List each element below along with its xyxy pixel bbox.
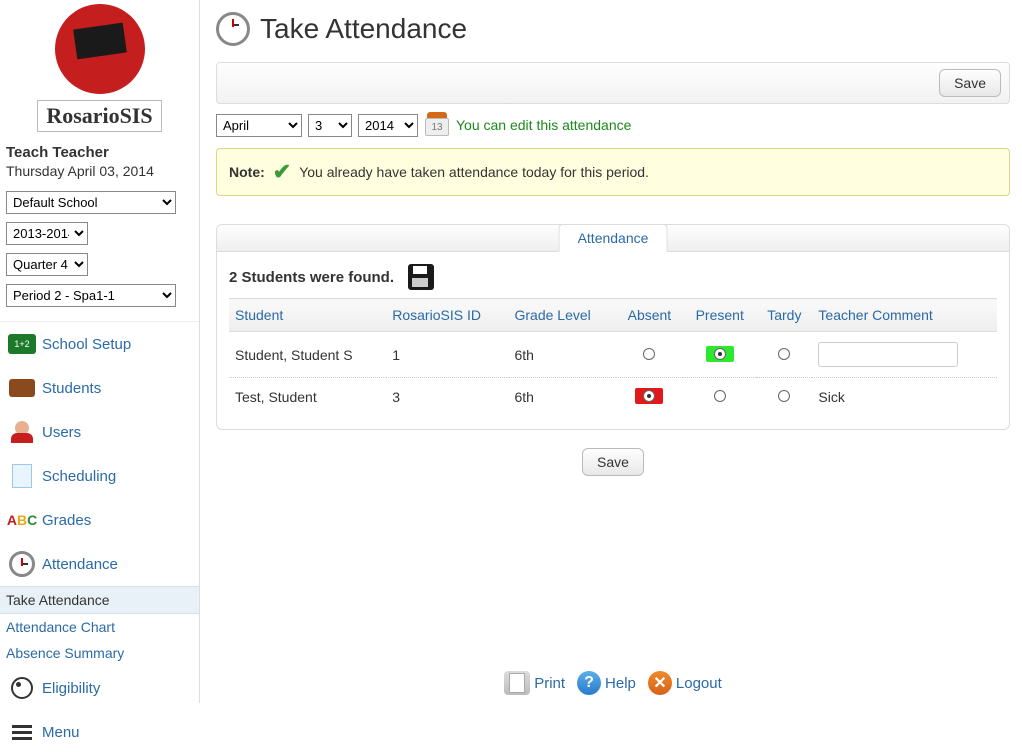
calendar-icon[interactable]: 13 xyxy=(424,112,450,138)
col-present[interactable]: Present xyxy=(683,299,756,332)
day-select[interactable]: 3 xyxy=(308,114,352,137)
nav-school-setup[interactable]: 1+2School Setup xyxy=(0,322,199,366)
col-student[interactable]: Student xyxy=(229,299,386,332)
year-select[interactable]: 2014 xyxy=(358,114,418,137)
radio-red[interactable] xyxy=(635,346,663,362)
school-select[interactable]: Default School xyxy=(6,191,176,214)
clock-icon xyxy=(9,551,35,577)
col-tardy[interactable]: Tardy xyxy=(756,299,812,332)
period-select[interactable]: Period 2 - Spa1-1 xyxy=(6,284,176,307)
nav-users[interactable]: Users xyxy=(0,410,199,454)
logout-link[interactable]: ✕Logout xyxy=(648,671,722,695)
edit-attendance-link[interactable]: You can edit this attendance xyxy=(456,117,631,133)
note-box: Note: ✔ You already have taken attendanc… xyxy=(216,148,1010,196)
nav-take-attendance[interactable]: Take Attendance xyxy=(0,586,199,614)
print-icon xyxy=(504,671,530,695)
nav-menu[interactable]: Menu xyxy=(0,710,199,754)
menu-icon xyxy=(12,722,32,743)
col-id[interactable]: RosarioSIS ID xyxy=(386,299,508,332)
table-row: Test, Student36th Sick xyxy=(229,378,997,416)
print-link[interactable]: Print xyxy=(504,671,565,695)
radio-red[interactable] xyxy=(635,388,663,404)
note-label: Note: xyxy=(229,164,265,180)
nav-attendance-chart[interactable]: Attendance Chart xyxy=(0,614,199,640)
help-icon: ? xyxy=(577,671,601,695)
briefcase-icon xyxy=(9,379,35,397)
radio-green[interactable] xyxy=(706,388,734,404)
results-count: 2 Students were found. xyxy=(229,269,394,286)
check-icon: ✔ xyxy=(273,159,291,185)
logout-icon: ✕ xyxy=(648,671,672,695)
main-content: Take Attendance Save April 3 2014 13 You… xyxy=(200,0,1022,703)
nav-eligibility[interactable]: Eligibility xyxy=(0,666,199,710)
current-date: Thursday April 03, 2014 xyxy=(6,163,193,179)
note-text: You already have taken attendance today … xyxy=(299,164,649,180)
date-controls: April 3 2014 13 You can edit this attend… xyxy=(216,112,1010,138)
top-toolbar: Save xyxy=(216,62,1010,104)
abc-icon: ABC xyxy=(7,512,37,528)
radio-green[interactable] xyxy=(706,346,734,362)
attendance-table: Student RosarioSIS ID Grade Level Absent… xyxy=(229,298,997,415)
footer: Print ?Help ✕Logout xyxy=(216,663,1010,703)
nav-attendance[interactable]: Attendance xyxy=(0,542,199,586)
save-disk-icon[interactable] xyxy=(408,264,434,290)
help-link[interactable]: ?Help xyxy=(577,671,636,695)
nav-absence-summary[interactable]: Absence Summary xyxy=(0,640,199,666)
month-select[interactable]: April xyxy=(216,114,302,137)
table-row: Student, Student S16th xyxy=(229,332,997,378)
chalkboard-icon: 1+2 xyxy=(8,334,36,354)
col-absent[interactable]: Absent xyxy=(616,299,683,332)
cell-student: Student, Student S xyxy=(229,332,386,378)
tab-bar: Attendance xyxy=(216,224,1010,252)
year-select[interactable]: 2013-2014 xyxy=(6,222,88,245)
nav-scheduling[interactable]: Scheduling xyxy=(0,454,199,498)
comment-text: Sick xyxy=(812,378,997,416)
cell-id: 1 xyxy=(386,332,508,378)
clock-icon xyxy=(216,12,250,46)
ball-icon xyxy=(11,677,33,699)
comment-input[interactable] xyxy=(818,342,958,367)
col-comment[interactable]: Teacher Comment xyxy=(812,299,997,332)
logo-text: RosarioSIS xyxy=(37,100,161,132)
attendance-panel: 2 Students were found. Student RosarioSI… xyxy=(216,252,1010,430)
cell-grade: 6th xyxy=(509,332,616,378)
radio-[interactable] xyxy=(770,346,798,362)
sidebar: RosarioSIS Teach Teacher Thursday April … xyxy=(0,0,200,703)
col-grade[interactable]: Grade Level xyxy=(509,299,616,332)
cell-grade: 6th xyxy=(509,378,616,416)
nav-grades[interactable]: ABCGrades xyxy=(0,498,199,542)
radio-[interactable] xyxy=(770,388,798,404)
save-button-bottom[interactable]: Save xyxy=(582,448,644,476)
quarter-select[interactable]: Quarter 4 xyxy=(6,253,88,276)
cell-id: 3 xyxy=(386,378,508,416)
cell-student: Test, Student xyxy=(229,378,386,416)
save-button[interactable]: Save xyxy=(939,69,1001,97)
page-icon xyxy=(12,464,32,488)
page-title: Take Attendance xyxy=(216,12,1010,46)
logo: RosarioSIS xyxy=(0,0,199,144)
person-icon xyxy=(15,421,29,435)
nav-students[interactable]: Students xyxy=(0,366,199,410)
user-name: Teach Teacher xyxy=(6,144,193,161)
tab-attendance[interactable]: Attendance xyxy=(559,224,668,252)
